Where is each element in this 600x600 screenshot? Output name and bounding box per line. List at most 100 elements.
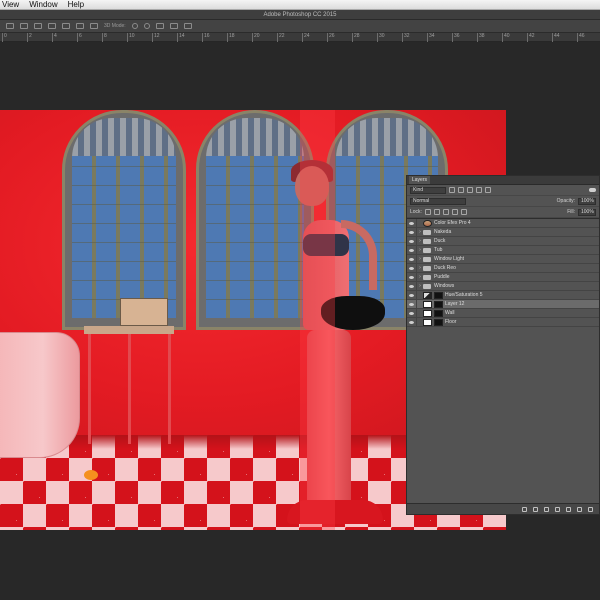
layer-row[interactable]: Layer 12 [407, 299, 599, 309]
layer-row[interactable]: › Puddle [407, 272, 599, 282]
ruler-tick: 6 [77, 33, 101, 42]
layer-name: Nakeda [434, 229, 452, 235]
lock-transparent-icon[interactable] [424, 209, 431, 215]
ruler-tick: 16 [202, 33, 226, 42]
fx-icon[interactable] [533, 506, 538, 512]
3d-scale-icon[interactable] [183, 23, 192, 29]
layer-row[interactable]: › Duck Reo [407, 263, 599, 273]
lock-row: Lock: Fill: 100% [407, 207, 599, 218]
visibility-eye-icon[interactable] [407, 218, 417, 228]
layer-mask-thumbnail[interactable] [434, 291, 443, 299]
new-group-icon[interactable] [566, 506, 571, 512]
visibility-eye-icon[interactable] [407, 227, 417, 237]
ruler-tick: 36 [452, 33, 476, 42]
trash-icon[interactable] [588, 506, 593, 512]
blend-mode-select[interactable]: Normal [410, 197, 466, 205]
menu-window[interactable]: Window [29, 0, 57, 10]
distribute-icon[interactable] [76, 23, 84, 29]
visibility-eye-icon[interactable] [407, 281, 417, 291]
filter-type-icon[interactable] [467, 187, 473, 193]
layer-name: Layer 12 [445, 301, 465, 307]
filter-row: Kind [407, 185, 599, 196]
align-left-icon[interactable] [34, 23, 42, 29]
layer-row[interactable]: › Duck [407, 236, 599, 246]
layer-row[interactable]: › Tub [407, 245, 599, 255]
ruler-tick: 4 [52, 33, 76, 42]
panel-footer [407, 503, 599, 514]
lock-all-icon[interactable] [460, 209, 467, 215]
fill-input[interactable]: 100% [578, 208, 596, 216]
filter-smart-object-icon[interactable] [485, 187, 491, 193]
ruler-tick: 30 [377, 33, 401, 42]
lock-artboard-icon[interactable] [451, 209, 458, 215]
visibility-eye-icon[interactable] [407, 308, 417, 318]
layer-row[interactable]: › Nakeda [407, 227, 599, 237]
ruler-tick: 18 [227, 33, 251, 42]
lock-image-icon[interactable] [433, 209, 440, 215]
ruler-tick: 2 [27, 33, 51, 42]
visibility-eye-icon[interactable] [407, 254, 417, 264]
lock-position-icon[interactable] [442, 209, 449, 215]
tab-layers[interactable]: Layers [409, 176, 431, 184]
layer-name: Window Light [434, 256, 465, 262]
layer-mask-thumbnail[interactable] [434, 300, 443, 308]
visibility-eye-icon[interactable] [407, 290, 417, 300]
ruler-tick: 22 [277, 33, 301, 42]
layer-row[interactable]: Hue/Saturation 5 [407, 290, 599, 300]
layer-row[interactable]: Color Efex Pro 4 [407, 218, 599, 228]
filter-adjustment-icon[interactable] [458, 187, 464, 193]
distribute-horizontal-icon[interactable] [90, 23, 98, 29]
folder-icon [423, 247, 431, 253]
transform-controls-icon[interactable] [20, 23, 28, 29]
visibility-eye-icon[interactable] [407, 317, 417, 327]
filter-shape-icon[interactable] [476, 187, 482, 193]
menu-view[interactable]: View [2, 0, 19, 10]
horizontal-ruler: 0 2 4 6 8 10 12 14 16 18 20 22 24 26 28 30 32 34 36 38 40 42 4… [0, 33, 600, 42]
filter-kind-select[interactable]: Kind [410, 186, 446, 194]
layer-row[interactable]: › Windows [407, 281, 599, 291]
ruler-tick: 28 [352, 33, 376, 42]
ruler-tick: 46 [577, 33, 600, 42]
link-layers-icon[interactable] [522, 506, 527, 512]
layer-mask-overlay [300, 110, 335, 530]
folder-icon [423, 229, 431, 235]
align-right-icon[interactable] [62, 23, 70, 29]
opacity-input[interactable]: 100% [578, 197, 596, 205]
visibility-eye-icon[interactable] [407, 245, 417, 255]
ruler-tick: 20 [252, 33, 276, 42]
layer-row[interactable]: Wall [407, 308, 599, 318]
3d-rotate-icon[interactable] [131, 23, 138, 29]
3d-mode-label: 3D Mode: [104, 23, 126, 29]
layer-row[interactable]: Floor [407, 317, 599, 327]
layer-name: Duck [434, 238, 446, 244]
opacity-label: Opacity: [556, 198, 575, 204]
visibility-eye-icon[interactable] [407, 263, 417, 273]
layer-name: Floor [445, 319, 457, 325]
ruler-tick: 26 [327, 33, 351, 42]
ruler-tick: 0 [2, 33, 26, 42]
visibility-eye-icon[interactable] [407, 272, 417, 282]
adjustment-layer-icon[interactable] [555, 506, 560, 512]
lock-label: Lock: [410, 209, 422, 215]
new-layer-icon[interactable] [577, 506, 582, 512]
filter-toggle[interactable] [589, 188, 596, 192]
ruler-tick: 40 [502, 33, 526, 42]
layer-thumbnail [423, 309, 432, 317]
blend-row: Normal Opacity: 100% [407, 196, 599, 207]
auto-select-icon[interactable] [6, 23, 14, 29]
layer-mask-thumbnail[interactable] [434, 309, 443, 317]
layers-list: Color Efex Pro 4 › Nakeda › Duck › Tub › Window … [407, 218, 599, 327]
visibility-eye-icon[interactable] [407, 236, 417, 246]
menu-help[interactable]: Help [68, 0, 84, 10]
align-center-icon[interactable] [48, 23, 56, 29]
layer-mask-thumbnail[interactable] [434, 318, 443, 326]
visibility-eye-icon[interactable] [407, 299, 417, 309]
3d-slide-icon[interactable] [169, 23, 178, 29]
layer-thumbnail [423, 219, 432, 227]
filter-pixel-icon[interactable] [449, 187, 455, 193]
add-mask-icon[interactable] [544, 506, 549, 512]
folder-icon [423, 238, 431, 244]
3d-roll-icon[interactable] [143, 23, 150, 29]
3d-pan-icon[interactable] [155, 23, 164, 29]
layer-row[interactable]: › Window Light [407, 254, 599, 264]
